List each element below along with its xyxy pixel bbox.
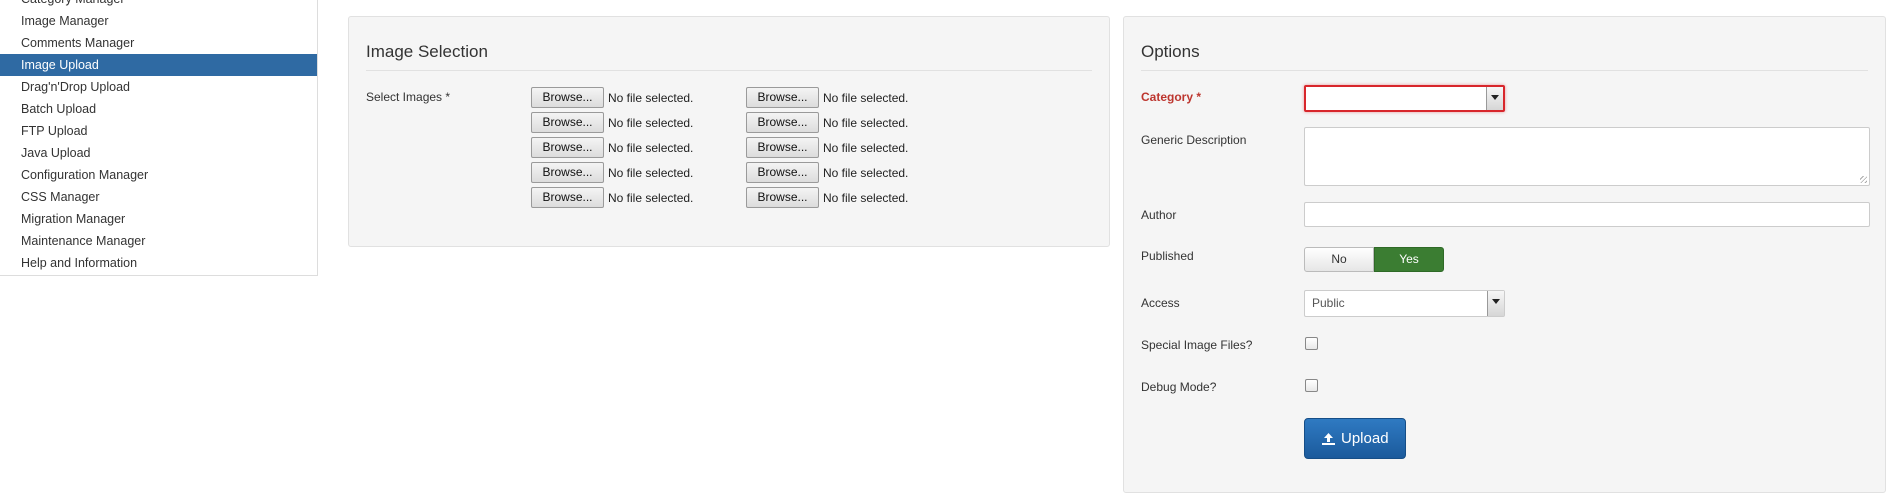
browse-button-10[interactable]: Browse... <box>746 187 819 208</box>
published-toggle: No Yes <box>1304 247 1444 272</box>
file-status-4: No file selected. <box>608 166 694 180</box>
published-yes-button[interactable]: Yes <box>1374 247 1444 272</box>
options-title: Options <box>1141 42 1868 71</box>
category-select[interactable] <box>1304 85 1505 112</box>
file-status-6: No file selected. <box>823 91 909 105</box>
category-label: Category * <box>1141 90 1202 104</box>
browse-button-4[interactable]: Browse... <box>531 162 604 183</box>
sidebar-item-category-manager[interactable]: Category Manager <box>0 0 317 10</box>
published-label: Published <box>1141 249 1194 263</box>
browse-button-6[interactable]: Browse... <box>746 87 819 108</box>
upload-icon <box>1321 432 1336 446</box>
sidebar-item-migration-manager[interactable]: Migration Manager <box>0 208 317 230</box>
special-image-files-label: Special Image Files? <box>1141 338 1253 352</box>
debug-mode-label: Debug Mode? <box>1141 380 1217 394</box>
sidebar-item-image-manager[interactable]: Image Manager <box>0 10 317 32</box>
browse-button-1[interactable]: Browse... <box>531 87 604 108</box>
sidebar-menu: Category Manager Image Manager Comments … <box>0 0 317 274</box>
browse-button-7[interactable]: Browse... <box>746 112 819 133</box>
browse-button-5[interactable]: Browse... <box>531 187 604 208</box>
sidebar-item-ftp-upload[interactable]: FTP Upload <box>0 120 317 142</box>
file-status-5: No file selected. <box>608 191 694 205</box>
generic-description-label: Generic Description <box>1141 133 1247 147</box>
sidebar-nav: Category Manager Image Manager Comments … <box>0 0 318 276</box>
sidebar-item-java-upload[interactable]: Java Upload <box>0 142 317 164</box>
access-label: Access <box>1141 296 1180 310</box>
options-panel: Options Category * Generic Description A… <box>1123 16 1886 493</box>
sidebar-item-image-upload[interactable]: Image Upload <box>0 54 317 76</box>
browse-button-3[interactable]: Browse... <box>531 137 604 158</box>
sidebar-item-batch-upload[interactable]: Batch Upload <box>0 98 317 120</box>
chevron-down-icon <box>1487 291 1504 316</box>
file-status-9: No file selected. <box>823 166 909 180</box>
author-input[interactable] <box>1304 202 1870 227</box>
upload-button-label: Upload <box>1341 430 1389 447</box>
sidebar-item-maintenance-manager[interactable]: Maintenance Manager <box>0 230 317 252</box>
sidebar-item-comments-manager[interactable]: Comments Manager <box>0 32 317 54</box>
image-selection-panel: Image Selection Select Images * Browse..… <box>348 16 1110 247</box>
sidebar-item-help-information[interactable]: Help and Information <box>0 252 317 274</box>
published-no-button[interactable]: No <box>1304 247 1374 272</box>
browse-button-9[interactable]: Browse... <box>746 162 819 183</box>
file-status-3: No file selected. <box>608 141 694 155</box>
file-status-7: No file selected. <box>823 116 909 130</box>
browse-button-2[interactable]: Browse... <box>531 112 604 133</box>
sidebar-item-dragdrop-upload[interactable]: Drag'n'Drop Upload <box>0 76 317 98</box>
resize-grip-icon[interactable] <box>1860 176 1867 183</box>
debug-mode-checkbox[interactable] <box>1305 379 1318 392</box>
file-status-1: No file selected. <box>608 91 694 105</box>
select-images-label: Select Images * <box>366 90 451 104</box>
browse-button-8[interactable]: Browse... <box>746 137 819 158</box>
file-status-2: No file selected. <box>608 116 694 130</box>
access-value: Public <box>1312 296 1345 310</box>
author-label: Author <box>1141 208 1177 222</box>
file-status-8: No file selected. <box>823 141 909 155</box>
chevron-down-icon <box>1486 87 1503 110</box>
access-select[interactable]: Public <box>1304 290 1505 317</box>
image-selection-title: Image Selection <box>366 42 1092 71</box>
upload-button[interactable]: Upload <box>1304 418 1406 459</box>
sidebar-item-configuration-manager[interactable]: Configuration Manager <box>0 164 317 186</box>
sidebar-item-css-manager[interactable]: CSS Manager <box>0 186 317 208</box>
generic-description-textarea[interactable] <box>1304 127 1870 186</box>
file-status-10: No file selected. <box>823 191 909 205</box>
special-image-files-checkbox[interactable] <box>1305 337 1318 350</box>
